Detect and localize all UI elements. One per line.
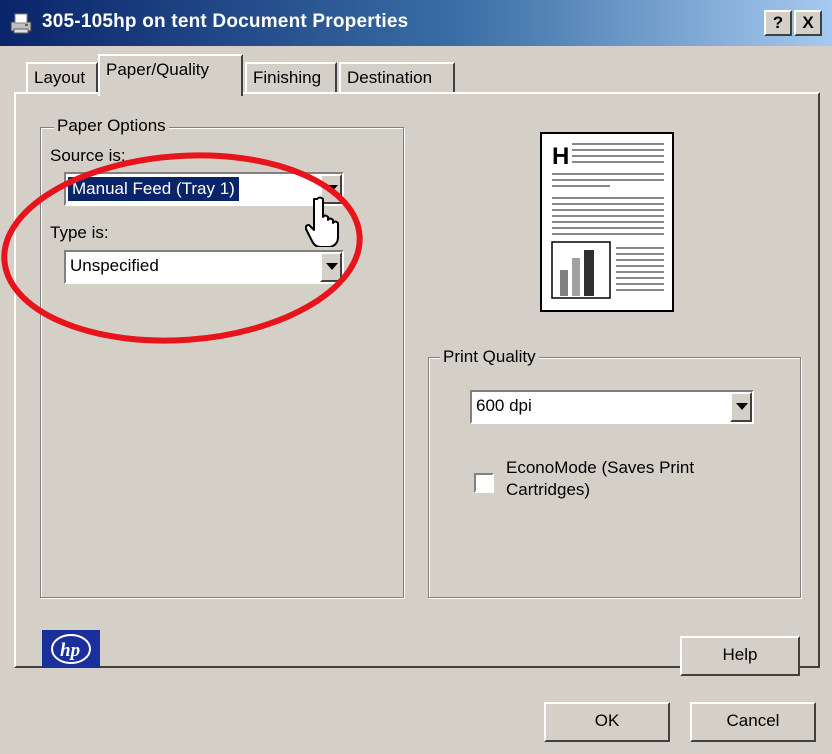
- resolution-value: 600 dpi: [476, 396, 532, 415]
- printer-icon: [10, 13, 32, 34]
- resolution-dropdown-button[interactable]: [730, 392, 752, 422]
- type-select[interactable]: Unspecified: [64, 250, 344, 284]
- chevron-down-icon: [326, 185, 338, 192]
- type-label: Type is:: [50, 223, 109, 242]
- tab-strip: Layout Paper/Quality Finishing Destinati…: [0, 54, 832, 96]
- chevron-down-icon: [736, 403, 748, 410]
- help-title-button[interactable]: ?: [764, 10, 792, 36]
- source-select[interactable]: Manual Feed (Tray 1): [64, 172, 344, 206]
- window-title: 305-105hp on tent Document Properties: [42, 11, 409, 32]
- tab-paper-quality[interactable]: Paper/Quality: [98, 54, 243, 96]
- chevron-down-icon: [326, 263, 338, 270]
- economode-label-line1: EconoMode (Saves Print: [506, 458, 695, 477]
- economode-label-line2: Cartridges): [506, 480, 591, 499]
- title-bar: 305-105hp on tent Document Properties ? …: [0, 0, 832, 46]
- svg-text:hp: hp: [60, 640, 80, 661]
- source-value: Manual Feed (Tray 1): [68, 177, 239, 201]
- tab-destination[interactable]: Destination: [339, 62, 455, 94]
- help-button[interactable]: Help: [680, 636, 800, 676]
- ok-button[interactable]: OK: [544, 702, 670, 742]
- hand-pointer-icon: [305, 196, 339, 247]
- type-dropdown-button[interactable]: [320, 252, 342, 282]
- page-preview-image: H: [540, 132, 674, 312]
- tab-finishing[interactable]: Finishing: [245, 62, 337, 94]
- preview-letter: H: [552, 143, 569, 170]
- hp-logo: hp: [42, 630, 100, 668]
- economode-checkbox[interactable]: [474, 473, 494, 493]
- tab-layout[interactable]: Layout: [26, 62, 98, 94]
- paper-options-label: Paper Options: [54, 116, 169, 136]
- type-value: Unspecified: [70, 256, 159, 275]
- source-label: Source is:: [50, 146, 126, 165]
- close-button[interactable]: X: [794, 10, 822, 36]
- cancel-button[interactable]: Cancel: [690, 702, 816, 742]
- print-quality-label: Print Quality: [440, 347, 539, 367]
- resolution-select[interactable]: 600 dpi: [470, 390, 754, 424]
